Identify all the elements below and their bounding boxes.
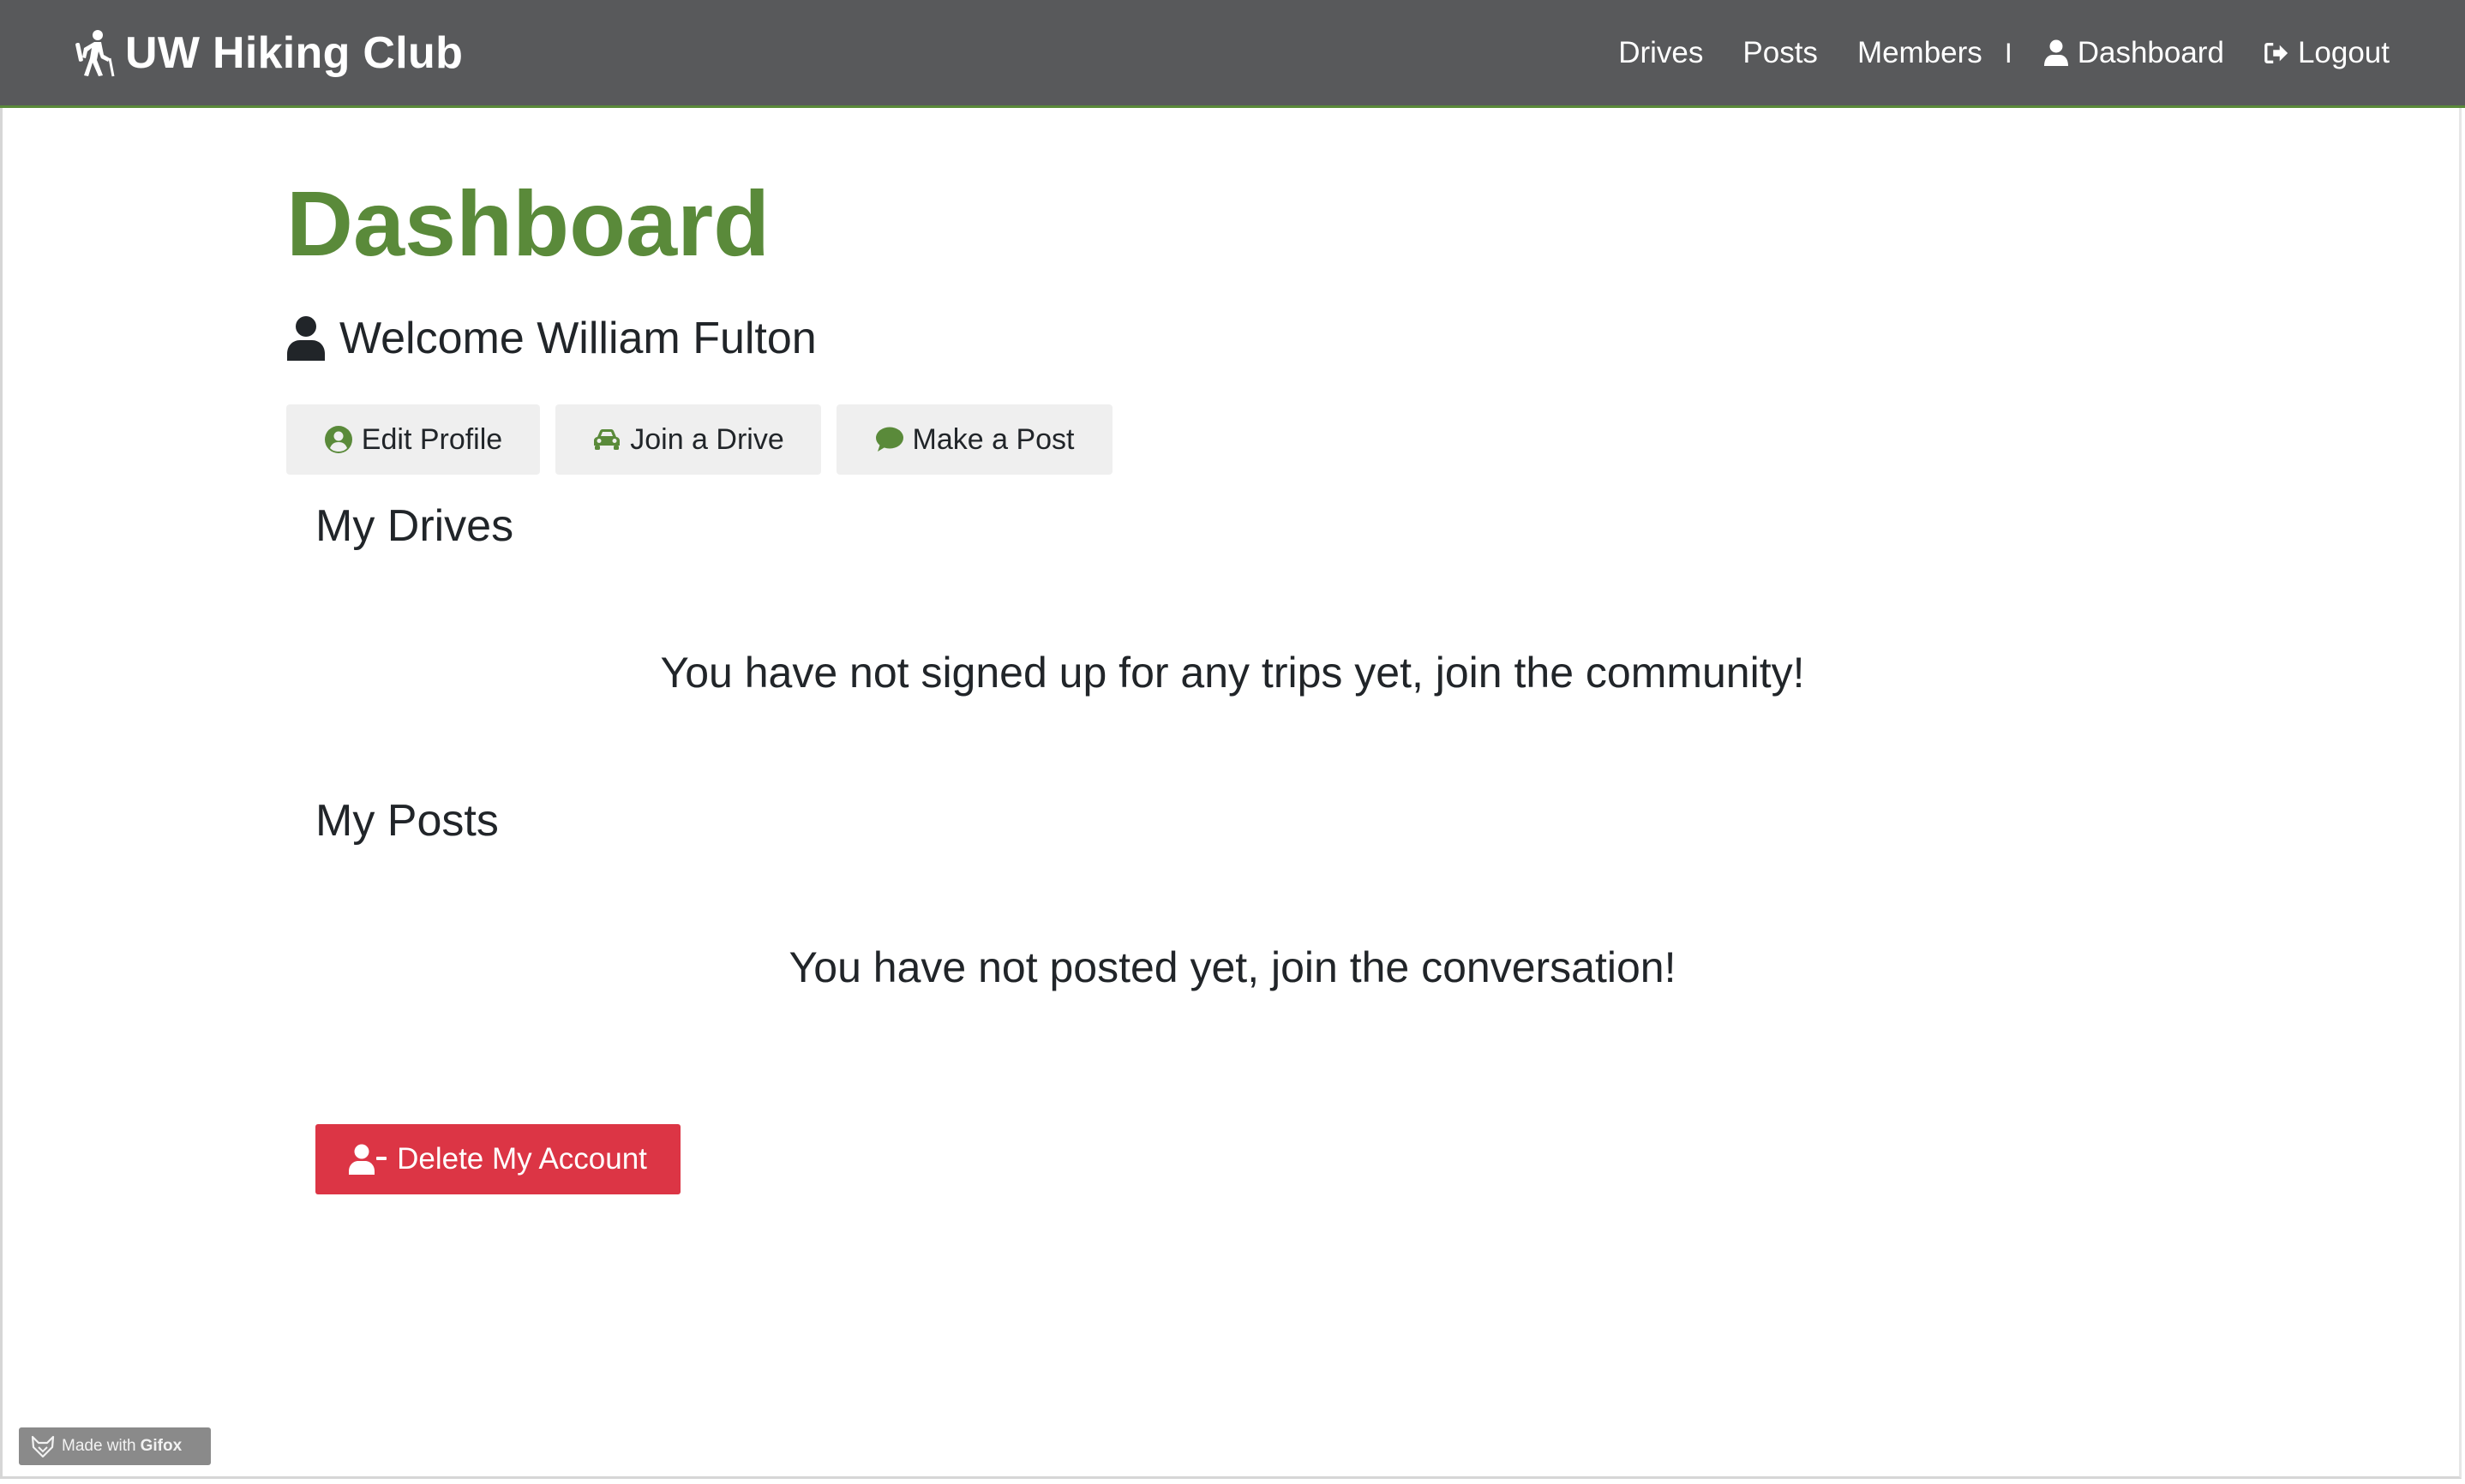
gifox-watermark: Made with Gifox	[19, 1427, 211, 1465]
nav-link-posts[interactable]: Posts	[1742, 36, 1818, 70]
fox-icon	[31, 1435, 55, 1457]
nav-link-label: Dashboard	[2077, 36, 2224, 69]
welcome-text: Welcome William Fulton	[339, 314, 817, 363]
brand-link[interactable]: UW Hiking Club	[75, 22, 463, 84]
sign-out-icon	[2264, 43, 2288, 63]
comment-icon	[875, 427, 903, 452]
nav-link-label: Logout	[2297, 36, 2390, 69]
nav-link-drives[interactable]: Drives	[1618, 36, 1703, 70]
user-circle-icon	[324, 426, 352, 453]
user-minus-icon	[349, 1144, 387, 1175]
nav-link-dashboard[interactable]: Dashboard	[2043, 36, 2224, 70]
my-drives-heading: My Drives	[315, 501, 514, 551]
user-icon	[2043, 39, 2068, 66]
nav-links: Drives Posts Members I Dashboard Logout	[1579, 22, 2390, 84]
drives-empty-message: You have not signed up for any trips yet…	[660, 649, 1805, 697]
nav-link-members[interactable]: Members	[1857, 36, 1982, 70]
button-label: Edit Profile	[361, 422, 503, 456]
brand-name: UW Hiking Club	[125, 28, 464, 78]
my-posts-heading: My Posts	[315, 796, 499, 846]
join-drive-button[interactable]: Join a Drive	[555, 404, 821, 475]
nav-link-logout[interactable]: Logout	[2264, 36, 2390, 70]
button-label: Delete My Account	[397, 1142, 647, 1176]
make-post-button[interactable]: Make a Post	[837, 404, 1113, 475]
edit-profile-button[interactable]: Edit Profile	[286, 404, 540, 475]
delete-account-button[interactable]: Delete My Account	[315, 1124, 681, 1194]
button-label: Join a Drive	[630, 422, 784, 456]
page-title: Dashboard	[286, 171, 771, 275]
action-bar: Edit Profile Join a Drive Make a Post	[286, 404, 1128, 475]
nav-separator: I	[2004, 37, 2012, 69]
nav-link-label: Posts	[1742, 36, 1818, 69]
welcome-message: Welcome William Fulton	[286, 308, 817, 368]
watermark-brand: Gifox	[140, 1437, 183, 1455]
user-icon	[287, 316, 325, 361]
top-navbar: UW Hiking Club Drives Posts Members I Da…	[0, 0, 2465, 108]
car-icon	[594, 429, 621, 450]
nav-link-label: Members	[1856, 36, 1982, 69]
nav-link-label: Drives	[1618, 36, 1704, 69]
hiking-icon	[75, 30, 115, 77]
posts-empty-message: You have not posted yet, join the conver…	[789, 943, 1676, 991]
watermark-prefix: Made with	[62, 1437, 136, 1455]
button-label: Make a Post	[912, 422, 1075, 456]
